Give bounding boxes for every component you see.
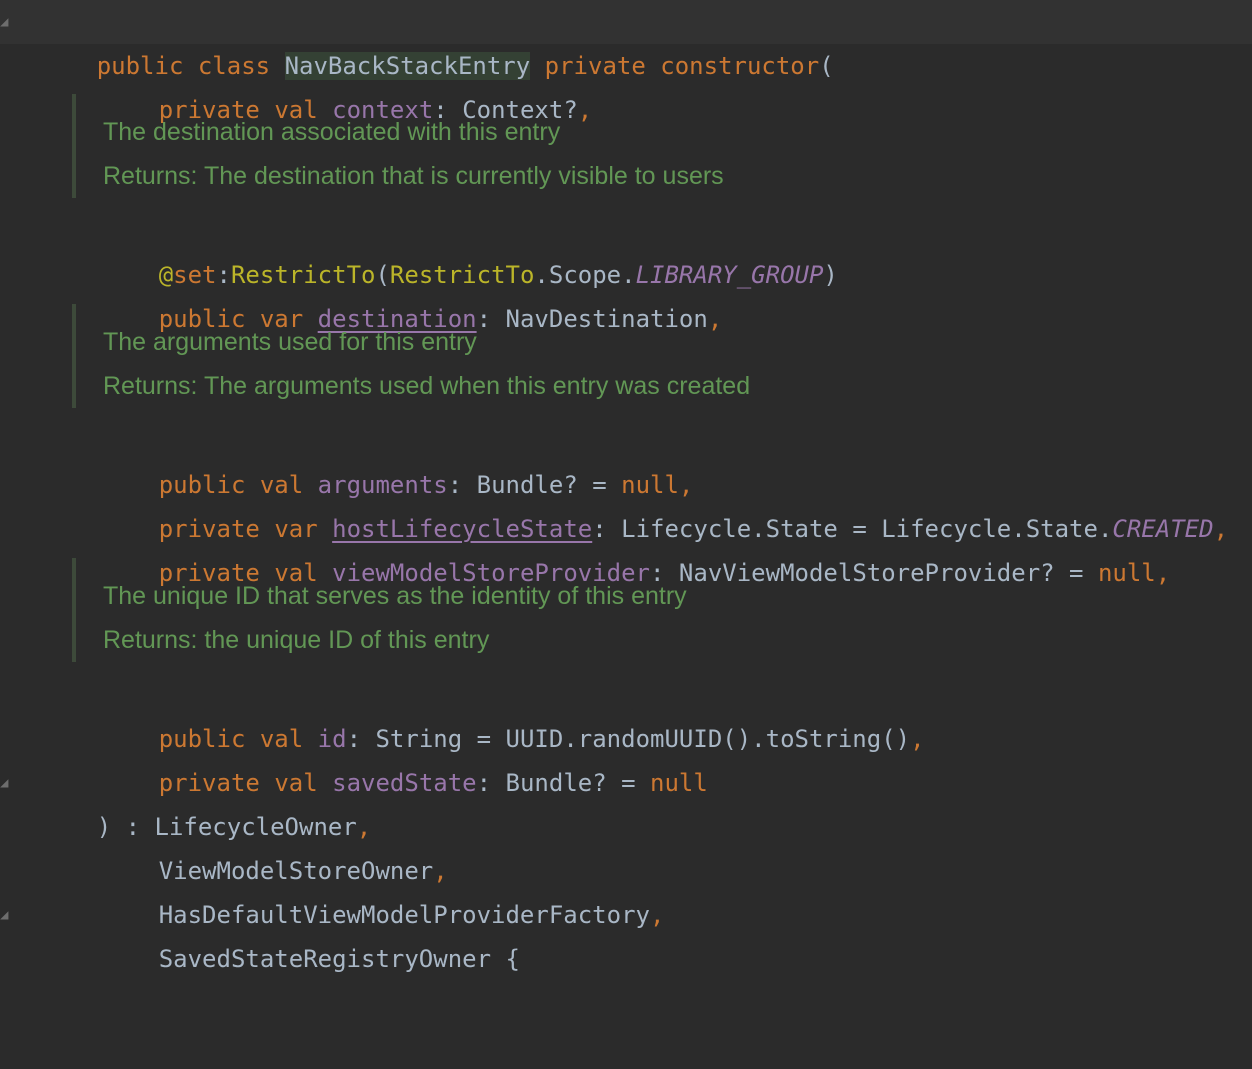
- code-line-annotation[interactable]: @set:RestrictTo(RestrictTo.Scope.LIBRARY…: [0, 209, 1252, 289]
- fold-marker-icon[interactable]: ◢: [0, 907, 9, 923]
- null-literal: null: [1097, 559, 1156, 587]
- doc-comment-line: The destination associated with this ent…: [103, 118, 561, 146]
- code-line-view-model-store-owner[interactable]: ViewModelStoreOwner,: [0, 805, 1252, 885]
- code-line-has-default-view-model-provider-factory[interactable]: HasDefaultViewModelProviderFactory,: [0, 849, 1252, 929]
- code-line-destination[interactable]: public var destination: NavDestination,: [0, 253, 1252, 333]
- fold-marker-icon[interactable]: ◢: [0, 775, 9, 791]
- comma: ,: [1155, 559, 1171, 587]
- doc-comment-line: Returns: the unique ID of this entry: [103, 626, 490, 654]
- doc-comment-line: The unique ID that serves as the identit…: [103, 582, 687, 610]
- code-editor[interactable]: ◢ public class NavBackStackEntry private…: [0, 0, 1252, 973]
- doc-comment-arguments: The arguments used for this entry Return…: [72, 304, 1076, 408]
- code-line-supertypes[interactable]: ◢ ) : LifecycleOwner,: [0, 761, 1252, 841]
- code-line-saved-state[interactable]: private val savedState: Bundle? = null: [0, 717, 1252, 797]
- supertype-saved-state-registry-owner[interactable]: SavedStateRegistryOwner {: [159, 945, 520, 973]
- code-line-class-declaration[interactable]: ◢ public class NavBackStackEntry private…: [0, 0, 1252, 80]
- code-line-saved-state-registry-owner[interactable]: ◢ SavedStateRegistryOwner {: [0, 893, 1252, 973]
- code-line-view-model-store-provider[interactable]: private val viewModelStoreProvider: NavV…: [0, 507, 1252, 587]
- doc-comment-id: The unique ID that serves as the identit…: [72, 558, 1076, 662]
- fold-marker-icon[interactable]: ◢: [0, 14, 9, 30]
- code-line-id[interactable]: public val id: String = UUID.randomUUID(…: [0, 673, 1252, 753]
- code-line-arguments[interactable]: public val arguments: Bundle? = null,: [0, 419, 1252, 499]
- doc-comment-line: Returns: The destination that is current…: [103, 162, 724, 190]
- doc-comment-destination: The destination associated with this ent…: [72, 94, 1076, 198]
- doc-comment-line: The arguments used for this entry: [103, 328, 477, 356]
- code-line-host-lifecycle-state[interactable]: private var hostLifecycleState: Lifecycl…: [0, 463, 1252, 543]
- doc-comment-line: Returns: The arguments used when this en…: [103, 372, 751, 400]
- code-line-context[interactable]: private val context: Context?,: [0, 44, 1252, 124]
